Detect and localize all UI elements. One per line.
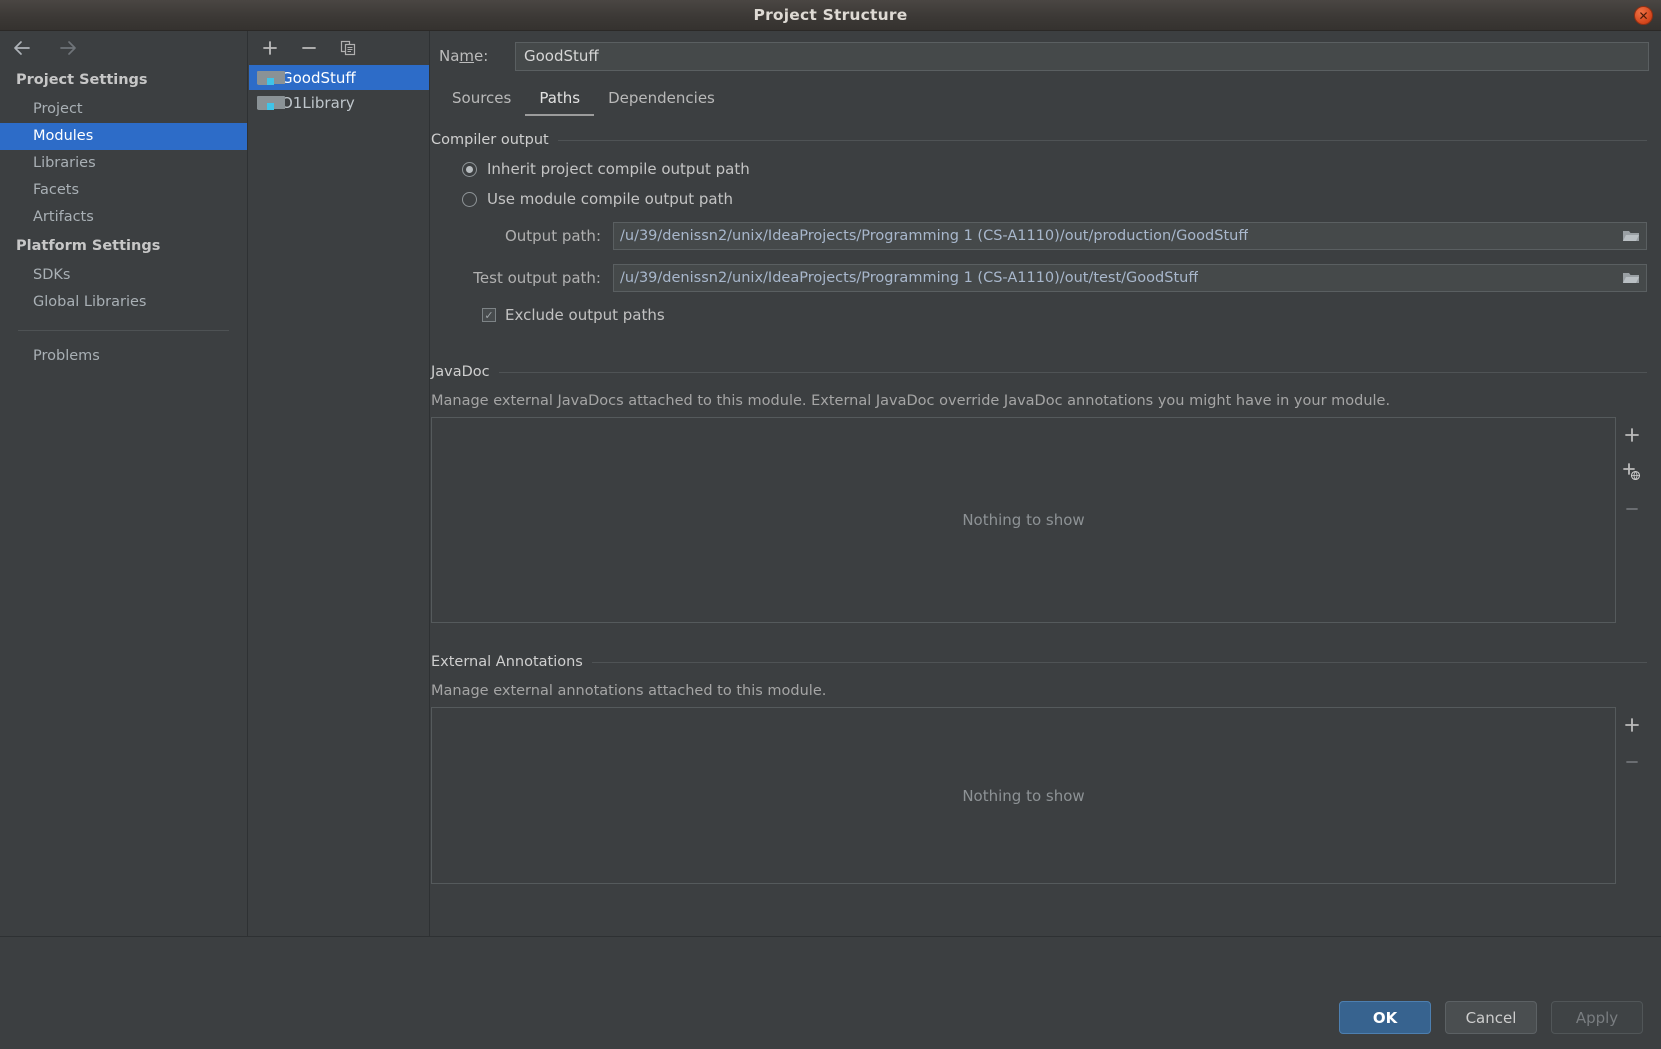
modules-toolbar xyxy=(249,31,429,65)
empty-state-text: Nothing to show xyxy=(962,511,1085,529)
dialog-buttons: OK Cancel Apply xyxy=(1339,1001,1643,1034)
module-tabs: Sources Paths Dependencies xyxy=(431,82,1661,116)
name-input[interactable]: GoodStuff xyxy=(515,41,1649,71)
folder-icon xyxy=(257,95,285,110)
javadoc-list-wrapper: Nothing to show xyxy=(431,417,1647,623)
tab-paths[interactable]: Paths xyxy=(525,85,595,116)
name-field-label: Name: xyxy=(439,47,489,65)
section-title: Compiler output xyxy=(431,132,549,148)
test-output-path-row: Test output path: /u/39/denissn2/unix/Id… xyxy=(431,264,1647,292)
remove-javadoc-button[interactable] xyxy=(1619,496,1644,521)
copy-module-button[interactable] xyxy=(335,36,360,61)
checkbox-label: Exclude output paths xyxy=(505,306,665,324)
radio-unselected-icon xyxy=(462,191,477,207)
sidebar-item-modules[interactable]: Modules xyxy=(0,123,247,150)
section-divider xyxy=(591,661,1647,663)
javadoc-list[interactable]: Nothing to show xyxy=(431,417,1616,623)
module-name-row: Name: GoodStuff xyxy=(431,31,1661,73)
section-title: JavaDoc xyxy=(431,364,490,380)
section-header: JavaDoc xyxy=(431,364,1647,380)
sidebar-item-sdks[interactable]: SDKs xyxy=(0,262,247,289)
output-path-value: /u/39/denissn2/unix/IdeaProjects/Program… xyxy=(620,228,1249,244)
compiler-output-section: Compiler output Inherit project compile … xyxy=(431,132,1647,324)
list-item[interactable]: GoodStuff xyxy=(249,65,429,90)
add-annotation-button[interactable] xyxy=(1619,712,1644,737)
add-module-button[interactable] xyxy=(257,36,282,61)
exclude-output-paths-checkbox[interactable]: ✓ Exclude output paths xyxy=(431,306,1647,324)
folder-browse-icon[interactable] xyxy=(1622,228,1640,244)
module-name: GoodStuff xyxy=(281,68,356,87)
test-output-path-input[interactable]: /u/39/denissn2/unix/IdeaProjects/Program… xyxy=(613,264,1647,292)
section-title: External Annotations xyxy=(431,654,583,670)
sidebar-item-artifacts[interactable]: Artifacts xyxy=(0,204,247,231)
sidebar-item-project[interactable]: Project xyxy=(0,96,247,123)
output-path-row: Output path: /u/39/denissn2/unix/IdeaPro… xyxy=(431,222,1647,250)
test-output-path-label: Test output path: xyxy=(473,269,601,287)
section-divider xyxy=(498,371,1647,373)
radio-inherit-output-path[interactable]: Inherit project compile output path xyxy=(431,160,1647,178)
sidebar-item-global-libraries[interactable]: Global Libraries xyxy=(0,289,247,316)
sidebar-item-facets[interactable]: Facets xyxy=(0,177,247,204)
output-path-input[interactable]: /u/39/denissn2/unix/IdeaProjects/Program… xyxy=(613,222,1647,250)
list-item[interactable]: O1Library xyxy=(249,90,429,115)
test-output-path-value: /u/39/denissn2/unix/IdeaProjects/Program… xyxy=(620,270,1199,286)
cancel-button[interactable]: Cancel xyxy=(1445,1001,1537,1034)
javadoc-list-toolbar xyxy=(1616,417,1647,623)
checkbox-checked-icon: ✓ xyxy=(482,308,496,322)
empty-state-text: Nothing to show xyxy=(962,786,1085,805)
sidebar-group-project-settings: Project Settings Project Modules Librari… xyxy=(0,65,247,231)
modules-list-panel: GoodStuff O1Library xyxy=(249,31,430,936)
sidebar-item-problems[interactable]: Problems xyxy=(0,343,247,370)
remove-module-button[interactable] xyxy=(296,36,321,61)
sidebar-item-libraries[interactable]: Libraries xyxy=(0,150,247,177)
sidebar-group-title: Project Settings xyxy=(16,72,148,88)
folder-browse-icon[interactable] xyxy=(1622,270,1640,286)
module-name: O1Library xyxy=(281,93,355,112)
module-detail-panel: Name: GoodStuff Sources Paths Dependenci… xyxy=(431,31,1661,936)
radio-use-module-output-path[interactable]: Use module compile output path xyxy=(431,190,1647,208)
external-annotations-section: External Annotations Manage external ann… xyxy=(431,654,1647,884)
sidebar-divider xyxy=(18,330,229,331)
navigation-arrows xyxy=(0,31,247,65)
sidebar-group-platform-settings: Platform Settings SDKs Global Libraries xyxy=(0,231,247,316)
window-titlebar: Project Structure ✕ xyxy=(0,0,1661,31)
ok-button[interactable]: OK xyxy=(1339,1001,1431,1034)
external-annotations-description: Manage external annotations attached to … xyxy=(431,683,827,699)
section-header: Compiler output xyxy=(431,132,1647,148)
add-javadoc-url-icon[interactable] xyxy=(1619,459,1644,484)
output-path-label: Output path: xyxy=(504,227,601,245)
annotations-list-toolbar xyxy=(1616,707,1647,884)
add-javadoc-button[interactable] xyxy=(1619,422,1644,447)
sidebar-group-title: Platform Settings xyxy=(16,238,161,254)
apply-button[interactable]: Apply xyxy=(1551,1001,1643,1034)
close-icon[interactable]: ✕ xyxy=(1634,6,1653,25)
forward-arrow-icon[interactable] xyxy=(55,35,81,61)
settings-sidebar: Project Settings Project Modules Librari… xyxy=(0,31,248,1038)
remove-annotation-button[interactable] xyxy=(1619,749,1644,774)
radio-selected-icon xyxy=(462,161,477,177)
annotations-list-wrapper: Nothing to show xyxy=(431,707,1647,884)
radio-label: Inherit project compile output path xyxy=(487,160,750,178)
section-divider xyxy=(557,139,1647,141)
tab-dependencies[interactable]: Dependencies xyxy=(594,85,729,116)
section-header: External Annotations xyxy=(431,654,1647,670)
javadoc-section: JavaDoc Manage external JavaDocs attache… xyxy=(431,364,1647,623)
window-title: Project Structure xyxy=(753,6,908,24)
javadoc-description: Manage external JavaDocs attached to thi… xyxy=(431,393,1391,409)
tab-sources[interactable]: Sources xyxy=(438,85,525,116)
annotations-list[interactable]: Nothing to show xyxy=(431,707,1616,884)
back-arrow-icon[interactable] xyxy=(9,35,35,61)
radio-label: Use module compile output path xyxy=(487,190,734,208)
folder-icon xyxy=(257,70,285,85)
